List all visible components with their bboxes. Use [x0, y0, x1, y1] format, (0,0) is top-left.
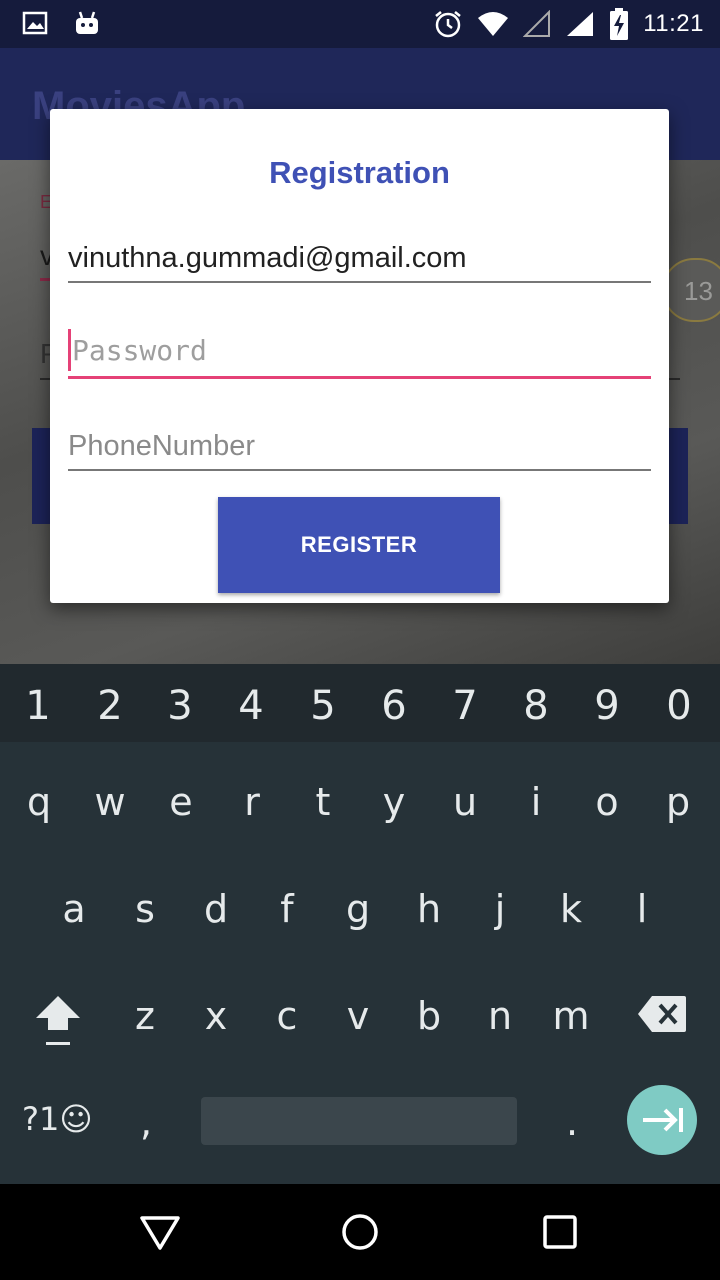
key-y[interactable]: y [364, 772, 424, 832]
email-input[interactable] [68, 237, 651, 279]
password-input[interactable] [68, 327, 651, 373]
status-time: 11:21 [643, 10, 704, 37]
text-cursor [68, 329, 71, 371]
key-l[interactable]: l [612, 879, 672, 939]
back-button[interactable] [138, 1212, 182, 1252]
arrow-to-line-icon [643, 1108, 683, 1132]
period-key[interactable]: . [542, 1092, 602, 1152]
android-icon [76, 11, 98, 34]
key-7[interactable]: 7 [435, 676, 495, 736]
backspace-key[interactable] [636, 994, 688, 1034]
key-3[interactable]: 3 [150, 676, 210, 736]
shift-icon [36, 996, 80, 1045]
symbols-key[interactable]: ?1☺ [22, 1100, 93, 1138]
key-c[interactable]: c [257, 986, 317, 1046]
key-x[interactable]: x [186, 986, 246, 1046]
key-w[interactable]: w [80, 772, 140, 832]
image-icon [22, 11, 48, 35]
key-o[interactable]: o [577, 772, 637, 832]
home-circle-icon [342, 1214, 378, 1250]
key-a[interactable]: a [44, 879, 104, 939]
key-b[interactable]: b [399, 986, 459, 1046]
status-bar: 11:21 [0, 0, 720, 48]
key-d[interactable]: d [186, 879, 246, 939]
key-n[interactable]: n [470, 986, 530, 1046]
signal-empty-icon [523, 10, 551, 37]
password-field[interactable] [68, 327, 651, 379]
key-p[interactable]: p [648, 772, 708, 832]
key-j[interactable]: j [470, 879, 530, 939]
space-key[interactable] [201, 1097, 517, 1145]
key-k[interactable]: k [541, 879, 601, 939]
email-field[interactable] [68, 237, 651, 283]
comma-key[interactable]: , [116, 1092, 176, 1152]
alarm-icon [435, 11, 461, 38]
navigation-bar [0, 1184, 720, 1280]
key-h[interactable]: h [399, 879, 459, 939]
key-g[interactable]: g [328, 879, 388, 939]
key-5[interactable]: 5 [293, 676, 353, 736]
key-e[interactable]: e [151, 772, 211, 832]
backspace-icon [638, 996, 686, 1032]
key-m[interactable]: m [541, 986, 601, 1046]
phone-input[interactable] [68, 425, 651, 467]
key-t[interactable]: t [293, 772, 353, 832]
key-4[interactable]: 4 [221, 676, 281, 736]
wifi-icon [478, 12, 509, 36]
battery-charging-icon [610, 8, 629, 40]
shift-key[interactable] [30, 992, 86, 1048]
recents-button[interactable] [542, 1214, 578, 1250]
phone-field[interactable] [68, 425, 651, 471]
key-s[interactable]: s [115, 879, 175, 939]
background-badge: 13 [662, 258, 720, 322]
signal-full-icon [567, 12, 594, 36]
next-key[interactable] [627, 1085, 697, 1155]
key-2[interactable]: 2 [80, 676, 140, 736]
soft-keyboard: 1 2 3 4 5 6 7 8 9 0 q w e r t y u i o p … [0, 664, 720, 1184]
register-button[interactable]: REGISTER [218, 497, 500, 593]
back-triangle-icon [140, 1216, 180, 1250]
registration-dialog: Registration REGISTER [50, 109, 669, 603]
key-6[interactable]: 6 [364, 676, 424, 736]
key-f[interactable]: f [257, 879, 317, 939]
key-q[interactable]: q [9, 772, 69, 832]
home-button[interactable] [340, 1212, 380, 1252]
dialog-title: Registration [269, 155, 450, 190]
key-z[interactable]: z [115, 986, 175, 1046]
key-1[interactable]: 1 [8, 676, 68, 736]
key-0[interactable]: 0 [649, 676, 709, 736]
recents-square-icon [543, 1215, 577, 1249]
key-u[interactable]: u [435, 772, 495, 832]
key-i[interactable]: i [506, 772, 566, 832]
key-9[interactable]: 9 [577, 676, 637, 736]
key-r[interactable]: r [222, 772, 282, 832]
key-v[interactable]: v [328, 986, 388, 1046]
key-8[interactable]: 8 [506, 676, 566, 736]
